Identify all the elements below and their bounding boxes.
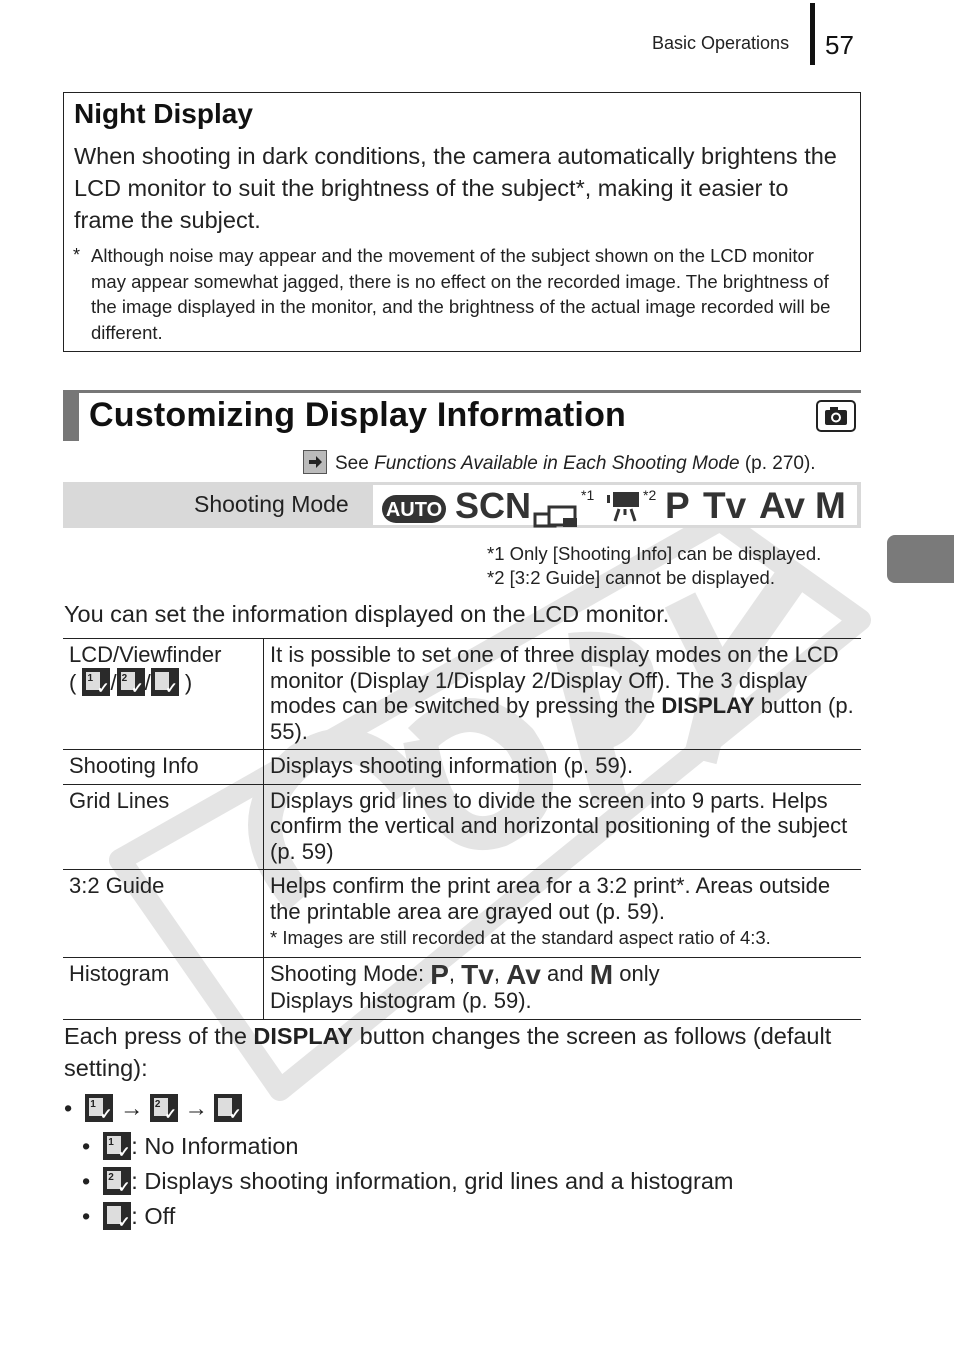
program-icon: P: [430, 959, 449, 990]
svg-text:AUTO: AUTO: [386, 499, 442, 521]
table-row: Grid Lines Displays grid lines to divide…: [63, 783, 861, 870]
display-icons: ( 1 ✓/2 ✓ / ✓ ): [69, 667, 193, 697]
row-description: Displays shooting information (p. 59).: [263, 749, 861, 785]
display-2-icon: 2 ✓: [116, 667, 145, 696]
display-press-text: Each press of the DISPLAY button changes…: [64, 1023, 832, 1081]
display-1-icon: 1 ✓: [85, 1094, 114, 1122]
row-name: LCD/Viewfinder: [69, 642, 222, 667]
row-name: Shooting Info: [63, 749, 264, 785]
section-bar: [63, 390, 79, 441]
aperture-priority-icon: Av: [506, 959, 541, 990]
mode-footnote-2: *2 [3:2 Guide] cannot be displayed.: [487, 567, 775, 588]
program-icon: P: [665, 485, 690, 526]
row-name: Grid Lines: [63, 783, 264, 870]
shooting-mode-icons: AUTO SCN *1 *2 P Tv Av M: [373, 485, 857, 528]
manual-icon: M: [815, 485, 846, 526]
list-item: • 1 ✓: No Information: [82, 1132, 299, 1161]
continuous-shooting-icon: [533, 495, 579, 537]
auto-icon: AUTO: [381, 491, 447, 533]
manual-icon: M: [589, 959, 614, 990]
row-label: LCD/Viewfinder ( 1 ✓/2 ✓ / ✓ ): [63, 638, 264, 750]
arrow-right-icon: →: [119, 1095, 144, 1121]
night-display-footnote: Although noise may appear and the moveme…: [91, 245, 831, 343]
section-rule: [63, 390, 861, 393]
header-divider: [810, 3, 815, 65]
display-1-icon: 1 ✓: [103, 1132, 132, 1160]
table-row: Shooting Info Displays shooting informat…: [63, 749, 861, 785]
see-prefix: See: [335, 453, 375, 474]
row-description: Shooting Mode: P, Tv, Av and M only Disp…: [263, 957, 861, 1020]
display-sequence: • 1 ✓ → 2 ✓ → ✓: [64, 1094, 243, 1123]
arrow-right-icon: →: [184, 1095, 208, 1121]
display-off-icon: ✓: [150, 667, 179, 696]
row-name: 3:2 Guide: [63, 869, 264, 958]
row-note: * Images are still recorded at the stand…: [270, 927, 771, 948]
row-description: It is possible to set one of three displ…: [263, 638, 861, 750]
row-name: Histogram: [63, 957, 264, 1020]
display-off-icon: ✓: [103, 1202, 132, 1230]
footnote-ref-2: *2: [643, 487, 657, 503]
aperture-priority-icon: Av: [759, 485, 805, 526]
display-off-icon: ✓: [214, 1094, 243, 1122]
display-1-icon: 1 ✓: [82, 667, 111, 696]
mode-footnotes: *1 Only [Shooting Info] can be displayed…: [487, 542, 821, 590]
list-item: • 2 ✓: Displays shooting information, gri…: [82, 1167, 734, 1196]
table-row: Histogram Shooting Mode: P, Tv, Av and M…: [63, 957, 861, 1020]
night-display-body: When shooting in dark conditions, the ca…: [74, 143, 837, 233]
arrow-right-icon: [303, 450, 327, 474]
shooting-mode-label: Shooting Mode: [194, 491, 349, 517]
list-item: • ✓: Off: [82, 1202, 176, 1231]
page-number: 57: [825, 30, 854, 60]
footnote-ref-1: *1: [581, 487, 595, 503]
footnote-marker: *: [73, 245, 81, 265]
movie-icon: [607, 489, 643, 532]
row-description: Displays grid lines to divide the screen…: [263, 783, 861, 870]
row-description: Helps confirm the print area for a 3:2 p…: [263, 869, 861, 958]
table-row: LCD/Viewfinder ( 1 ✓/2 ✓ / ✓ ) It is possibl…: [63, 638, 861, 750]
display-info-table: LCD/Viewfinder ( 1 ✓/2 ✓ / ✓ ) It is possibl…: [63, 638, 861, 1020]
see-reference: See Functions Available in Each Shooting…: [303, 450, 816, 475]
shutter-priority-icon: Tv: [703, 485, 747, 526]
running-head: Basic Operations: [652, 33, 790, 53]
camera-icon: [816, 400, 856, 432]
intro-text: You can set the information displayed on…: [64, 601, 670, 627]
shutter-priority-icon: Tv: [461, 959, 494, 990]
night-display-title: Night Display: [74, 98, 253, 129]
table-row: 3:2 Guide Helps confirm the print area f…: [63, 869, 861, 958]
display-2-icon: 2 ✓: [149, 1094, 178, 1122]
see-suffix: (p. 270).: [739, 453, 816, 474]
display-2-icon: 2 ✓: [103, 1167, 132, 1195]
section-title: Customizing Display Information: [89, 396, 627, 434]
mode-footnote-1: *1 Only [Shooting Info] can be displayed…: [487, 543, 822, 564]
scn-icon: SCN: [455, 485, 532, 526]
chapter-tab: [887, 535, 954, 583]
see-link[interactable]: Functions Available in Each Shooting Mod…: [374, 453, 739, 474]
